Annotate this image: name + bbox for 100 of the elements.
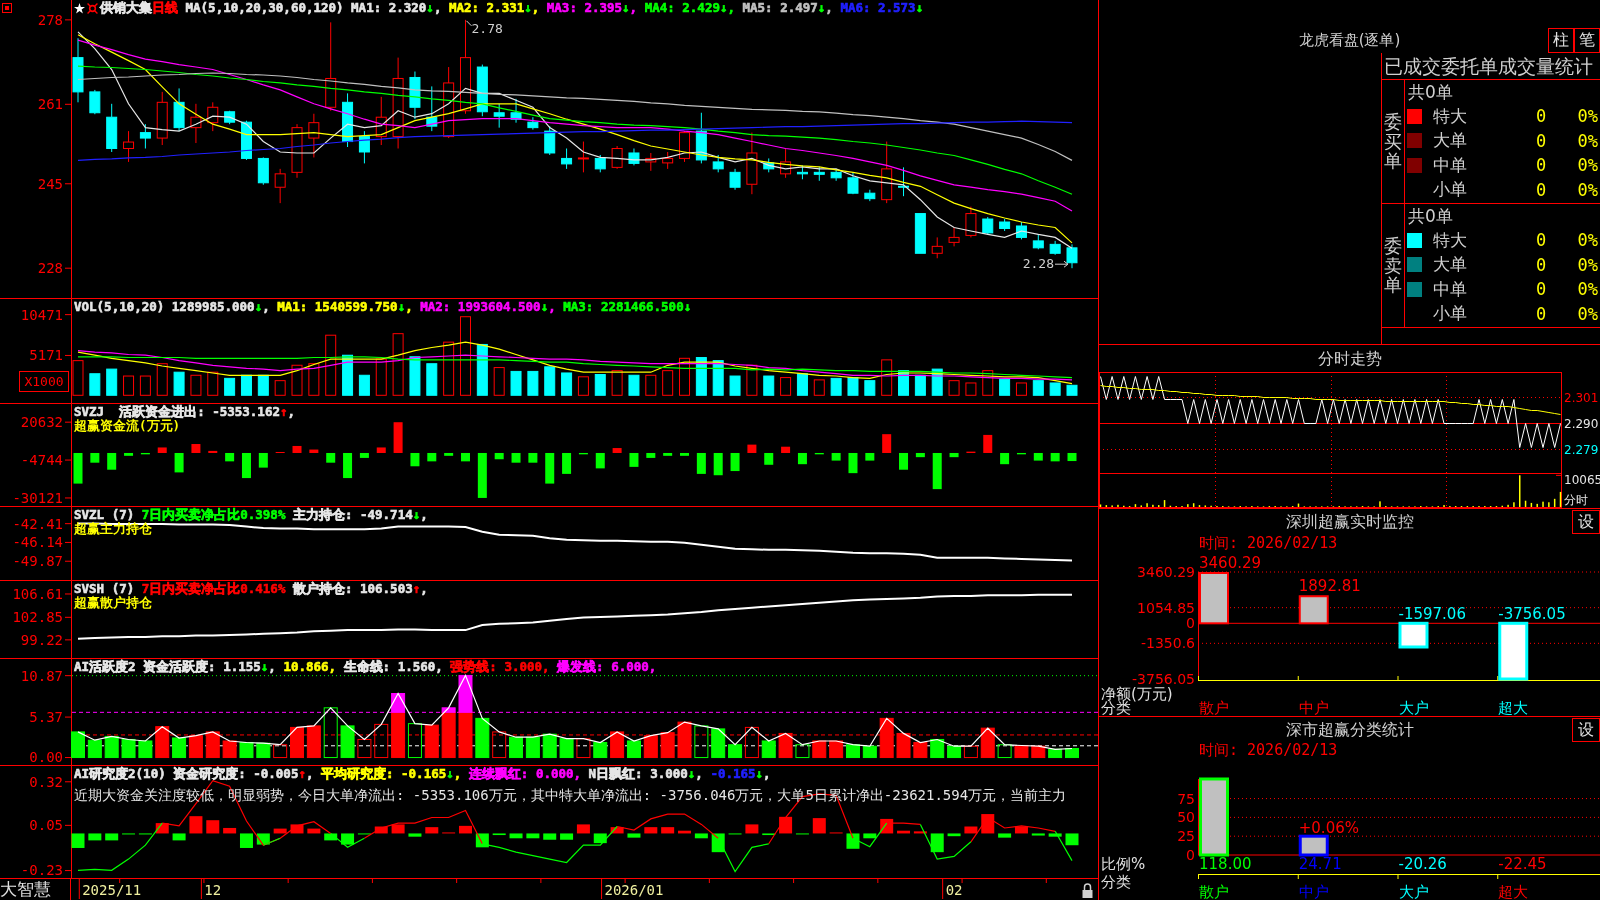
flow-bar [595,453,605,469]
flow-bar [865,453,875,461]
activity-bar [559,738,574,759]
flow-bar [359,453,369,458]
flow-bar [124,453,134,456]
order-count: 0 [1534,179,1548,200]
panel-title: 深市超赢分类统计 [1285,719,1414,741]
date-label: 12 [204,882,222,898]
settings-button[interactable]: 设 [1572,718,1600,742]
volume-bar [190,374,202,396]
candlestick [645,152,657,172]
candlestick [1066,243,1078,269]
activity-bar [407,723,422,759]
flow-bar [1033,453,1043,461]
order-size-label: 小单 [1433,302,1468,326]
candlestick [544,125,556,156]
research-bar [678,830,691,834]
order-count: 0 [1534,106,1548,127]
panel-title: 分时走势 [1316,348,1383,370]
research-bar [206,820,220,834]
research-bar [290,824,304,834]
volume-bar [881,359,893,396]
flow-bar [983,434,993,453]
price-callout: 2.28 [1022,256,1069,272]
candlestick [847,171,859,195]
axis-label: 106.61 [12,586,63,602]
flow-bar [444,453,454,456]
candlestick [931,236,943,259]
activity-bar [323,707,338,759]
volume-bar [123,375,135,396]
research-bar [223,827,237,834]
volume-bar [257,374,269,396]
indicator-title: 超赢主力持仓 [74,522,153,536]
research-bar [576,824,590,834]
activity-bar [879,717,894,759]
research-bar [1048,833,1062,837]
candlestick [156,91,168,146]
lock-icon[interactable] [1082,883,1093,898]
research-bar [509,833,523,839]
ring-icon[interactable] [87,2,98,14]
activity-bar [930,738,945,759]
flow-bar [730,453,740,472]
activity-bar [205,731,220,759]
order-size-label: 特大 [1433,228,1468,252]
research-bar [745,824,759,834]
flow-bar [174,453,184,473]
candlestick [139,123,151,149]
activity-bar [188,735,203,759]
candlestick [207,101,219,132]
view-button[interactable]: 笔 [1574,28,1600,53]
candlestick [898,166,910,197]
indicator-legend: SVSH (7) 7日内买卖净占比0.416% 散户持仓: 106.503↑, [74,582,428,596]
view-button[interactable]: 柱 [1548,28,1574,53]
research-bar [324,833,338,841]
settings-button[interactable]: 设 [1572,510,1600,534]
candlestick [561,148,573,170]
research-bar [627,833,641,838]
candlestick [224,110,236,125]
volume-bar [695,357,707,396]
activity-bar [306,725,321,759]
chart-bar [1398,621,1429,649]
volume-bar [89,373,101,396]
candlestick [662,151,674,170]
order-size-label: 中单 [1433,153,1468,177]
axis-label: 10.87 [20,667,63,684]
volume-bar [1032,380,1044,396]
research-bar [812,818,826,834]
axis-title: 比例% [1101,855,1146,873]
axis-label: 102.85 [12,609,63,626]
volume-bar [948,380,960,396]
flow-bar [680,453,689,456]
ratio-label: 118.00 [1199,855,1252,873]
candlestick [308,113,320,158]
volume-bar [594,374,606,396]
flow-bar [899,453,909,470]
axis-label: 10471 [20,306,63,323]
volume-bar [392,333,404,396]
volume-bar [1297,503,1300,507]
volume-bar [662,370,674,396]
flow-bar [427,453,437,462]
research-bar [408,833,422,837]
candlestick [409,71,421,120]
indicator-title: 超赢资金流(万元) [74,419,182,433]
flow-bar [915,453,925,458]
volume-bar [965,382,977,396]
ratio-label: 24.71 [1298,855,1342,873]
activity-bar [71,731,85,759]
order-percent: 0% [1577,279,1598,300]
timestamp-label: 时间: 2026/02/13 [1198,534,1339,553]
value-label: -1597.06 [1398,605,1466,624]
square-icon[interactable] [2,3,12,13]
volume-bar [1015,382,1027,396]
order-percent: 0% [1577,130,1598,151]
volume-bar [527,370,539,396]
brand-label: 大智慧 [0,879,71,900]
flow-bar [1050,453,1060,462]
ratio-label: -20.26 [1398,855,1447,873]
volume-bar [1163,500,1166,507]
candlestick [830,168,842,182]
activity-bar [273,744,288,759]
